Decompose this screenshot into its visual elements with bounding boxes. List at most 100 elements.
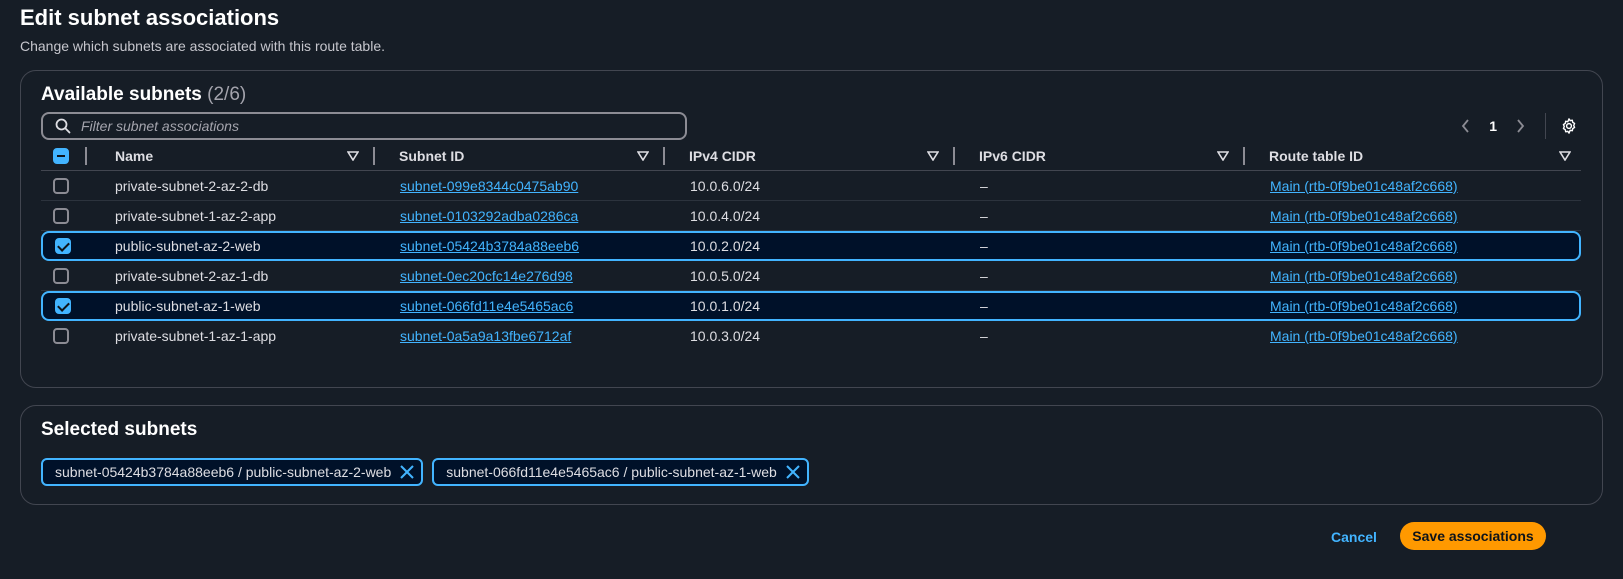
sort-down-icon[interactable] — [927, 150, 939, 161]
table-header-row: Name Subnet ID IPv4 CIDR IPv6 CIDR Route… — [41, 141, 1581, 171]
row-checkbox[interactable] — [53, 267, 69, 284]
available-subnets-title: Available subnets — [41, 84, 202, 105]
page-number[interactable]: 1 — [1489, 118, 1497, 134]
column-header-subnet-id[interactable]: Subnet ID — [385, 141, 675, 171]
column-label-subnet-id: Subnet ID — [399, 147, 465, 164]
route-table-link[interactable]: Main (rtb-0f9be01c48af2c668) — [1270, 268, 1458, 284]
selected-subnet-token: subnet-066fd11e4e5465ac6 / public-subnet… — [432, 458, 809, 486]
sort-down-icon[interactable] — [637, 150, 649, 161]
subnet-id-link[interactable]: subnet-0103292adba0286ca — [400, 208, 578, 224]
next-page-button[interactable] — [1509, 115, 1531, 137]
table-row-selected[interactable]: public-subnet-az-1-web subnet-066fd11e4e… — [41, 291, 1581, 321]
subnet-id-link[interactable]: subnet-05424b3784a88eeb6 — [400, 238, 579, 254]
row-checkbox[interactable] — [53, 207, 69, 224]
selected-subnets-panel: Selected subnets subnet-05424b3784a88eeb… — [20, 405, 1603, 505]
row-checkbox[interactable] — [53, 328, 69, 344]
subnet-id-cell: subnet-099e8344c0475ab90 — [385, 171, 675, 201]
row-select-cell — [41, 261, 95, 291]
search-icon — [55, 118, 71, 134]
row-checkbox[interactable] — [53, 177, 69, 194]
sort-down-icon[interactable] — [1217, 150, 1229, 161]
cancel-button[interactable]: Cancel — [1322, 522, 1386, 552]
subnet-name: public-subnet-az-1-web — [95, 291, 385, 321]
column-divider — [663, 146, 665, 165]
route-table-cell: Main (rtb-0f9be01c48af2c668) — [1255, 321, 1581, 351]
column-header-name[interactable]: Name — [95, 141, 385, 171]
route-table-link[interactable]: Main (rtb-0f9be01c48af2c668) — [1270, 178, 1458, 194]
chevron-right-icon — [1517, 119, 1525, 133]
subnet-name: private-subnet-2-az-2-db — [95, 171, 385, 201]
route-table-cell: Main (rtb-0f9be01c48af2c668) — [1255, 171, 1581, 201]
chevron-left-icon — [1462, 119, 1469, 133]
column-divider — [373, 146, 375, 165]
close-icon[interactable] — [399, 464, 415, 480]
ipv4-cidr: 10.0.5.0/24 — [675, 261, 965, 291]
ipv4-cidr: 10.0.3.0/24 — [690, 328, 761, 344]
route-table-cell: Main (rtb-0f9be01c48af2c668) — [1255, 231, 1581, 261]
ipv6-cidr: – — [965, 261, 1255, 291]
ipv4-cidr: 10.0.6.0/24 — [675, 171, 965, 201]
subnet-name: private-subnet-1-az-2-app — [95, 201, 385, 231]
subnet-id-cell: subnet-066fd11e4e5465ac6 — [385, 291, 675, 321]
filter-input[interactable] — [79, 117, 685, 135]
filter-field[interactable] — [41, 112, 687, 140]
select-all-checkbox[interactable] — [53, 147, 69, 164]
column-divider — [953, 146, 955, 165]
table-row[interactable]: private-subnet-2-az-2-db subnet-099e8344… — [41, 171, 1581, 201]
column-header-ipv4-cidr[interactable]: IPv4 CIDR — [675, 141, 965, 171]
subnet-id-link[interactable]: subnet-066fd11e4e5465ac6 — [400, 298, 573, 314]
selected-subnet-token: subnet-05424b3784a88eeb6 / public-subnet… — [41, 458, 424, 486]
ipv6-cidr: – — [965, 201, 1255, 231]
row-select-cell — [41, 171, 95, 201]
column-divider — [85, 146, 87, 165]
selected-subnets-tokens: subnet-05424b3784a88eeb6 / public-subnet… — [41, 458, 809, 486]
row-select-cell — [41, 291, 95, 321]
subnet-id-cell: subnet-05424b3784a88eeb6 — [385, 231, 675, 261]
ipv4-cidr: 10.0.4.0/24 — [675, 201, 965, 231]
ipv6-cidr: – — [965, 171, 1255, 201]
row-checkbox-checked[interactable] — [55, 298, 71, 314]
column-label-ipv6-cidr: IPv6 CIDR — [979, 147, 1046, 164]
column-label-ipv4-cidr: IPv4 CIDR — [689, 147, 756, 164]
pagination-divider — [1545, 113, 1546, 139]
table-row[interactable]: private-subnet-1-az-1-app subnet-0a5a9a1… — [41, 321, 1581, 351]
subnet-id-link[interactable]: subnet-0ec20cfc14e276d98 — [400, 268, 573, 284]
route-table-link[interactable]: Main (rtb-0f9be01c48af2c668) — [1270, 328, 1458, 344]
gear-icon — [1562, 118, 1576, 134]
column-divider — [1243, 146, 1245, 165]
sort-down-icon[interactable] — [1559, 150, 1571, 161]
column-header-ipv6-cidr[interactable]: IPv6 CIDR — [965, 141, 1255, 171]
page-description: Change which subnets are associated with… — [20, 38, 385, 54]
previous-page-button[interactable] — [1455, 115, 1477, 137]
column-header-route-table-id[interactable]: Route table ID — [1255, 141, 1581, 171]
select-all-cell — [41, 141, 95, 171]
table-row[interactable]: private-subnet-1-az-2-app subnet-0103292… — [41, 201, 1581, 231]
selected-subnets-title: Selected subnets — [41, 419, 198, 440]
subnet-id-link[interactable]: subnet-099e8344c0475ab90 — [400, 178, 578, 194]
save-associations-button[interactable]: Save associations — [1400, 522, 1546, 550]
route-table-link[interactable]: Main (rtb-0f9be01c48af2c668) — [1270, 298, 1458, 314]
ipv6-cidr: – — [965, 231, 1255, 261]
ipv6-cidr: – — [980, 328, 988, 344]
close-icon[interactable] — [785, 464, 801, 480]
route-table-link[interactable]: Main (rtb-0f9be01c48af2c668) — [1270, 238, 1458, 254]
row-checkbox-checked[interactable] — [55, 238, 71, 254]
column-label-route-table-id: Route table ID — [1269, 147, 1364, 164]
subnet-name: private-subnet-2-az-1-db — [95, 261, 385, 291]
row-select-cell — [41, 201, 95, 231]
sort-down-icon[interactable] — [347, 150, 359, 161]
subnet-id-link[interactable]: subnet-0a5a9a13fbe6712af — [400, 328, 571, 344]
available-subnets-heading: Available subnets (2/6) — [41, 84, 246, 106]
route-table-link[interactable]: Main (rtb-0f9be01c48af2c668) — [1270, 208, 1458, 224]
ipv6-cidr: – — [965, 291, 1255, 321]
preferences-button[interactable] — [1558, 115, 1580, 137]
row-select-cell — [41, 321, 95, 351]
ipv4-cidr: 10.0.2.0/24 — [675, 231, 965, 261]
route-table-cell: Main (rtb-0f9be01c48af2c668) — [1255, 291, 1581, 321]
row-select-cell — [41, 231, 95, 261]
subnet-id-cell: subnet-0a5a9a13fbe6712af — [385, 321, 675, 351]
table-row-selected[interactable]: public-subnet-az-2-web subnet-05424b3784… — [41, 231, 1581, 261]
table-row[interactable]: private-subnet-2-az-1-db subnet-0ec20cfc… — [41, 261, 1581, 291]
subnet-id-cell: subnet-0ec20cfc14e276d98 — [385, 261, 675, 291]
subnets-table: Name Subnet ID IPv4 CIDR IPv6 CIDR Route… — [41, 141, 1581, 351]
